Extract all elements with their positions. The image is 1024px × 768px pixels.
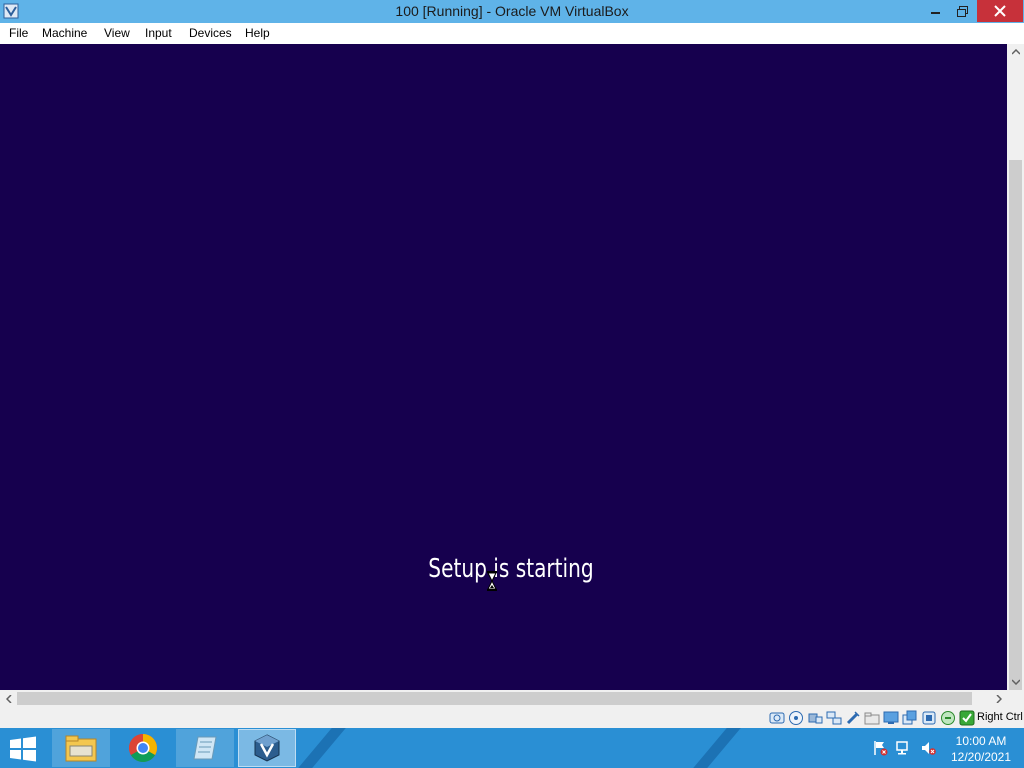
notepad-icon [193, 736, 217, 760]
menu-input[interactable]: Input [145, 26, 172, 40]
horizontal-scroll-thumb[interactable] [17, 692, 972, 705]
hard-disk-icon[interactable] [769, 710, 785, 726]
usb-icon[interactable] [845, 710, 861, 726]
clock-date: 12/20/2021 [950, 750, 1012, 764]
horizontal-scrollbar[interactable] [0, 690, 1007, 707]
scroll-up-button[interactable] [1007, 44, 1024, 60]
window-title: 100 [Running] - Oracle VM VirtualBox [395, 3, 629, 19]
optical-drive-icon[interactable] [788, 710, 804, 726]
taskbar-virtualbox[interactable] [238, 729, 296, 767]
status-bar: Right Ctrl [0, 707, 1024, 728]
restore-icon [956, 5, 968, 17]
close-button[interactable] [977, 0, 1023, 22]
vertical-scrollbar[interactable] [1007, 44, 1024, 712]
scroll-down-button[interactable] [1007, 674, 1024, 690]
chevron-up-icon [1011, 49, 1020, 55]
mouse-integration-icon[interactable] [940, 710, 956, 726]
display-icon[interactable] [883, 710, 899, 726]
close-icon [994, 5, 1006, 17]
keyboard-icon[interactable] [959, 710, 975, 726]
file-explorer-icon [65, 735, 97, 762]
minimize-button[interactable] [922, 0, 950, 22]
title-bar: 100 [Running] - Oracle VM VirtualBox [0, 0, 1024, 23]
cpu-icon[interactable] [921, 710, 937, 726]
chevron-down-icon [1011, 679, 1020, 685]
vertical-scroll-thumb[interactable] [1009, 160, 1022, 712]
scroll-right-button[interactable] [990, 690, 1007, 707]
scrollbar-corner [1007, 690, 1024, 707]
chrome-icon [129, 734, 157, 762]
setup-status-text: Setup is starting [428, 554, 594, 584]
chevron-right-icon [995, 694, 1002, 703]
shared-folders-icon[interactable] [864, 710, 880, 726]
vm-guest-display[interactable]: Setup is starting [0, 44, 1007, 690]
busy-cursor-icon [487, 571, 497, 591]
virtualbox-icon [254, 734, 280, 762]
scroll-left-button[interactable] [0, 690, 17, 707]
menu-devices[interactable]: Devices [189, 26, 232, 40]
restore-button[interactable] [948, 0, 976, 22]
menu-machine[interactable]: Machine [42, 26, 87, 40]
windows-start-icon[interactable] [8, 736, 38, 762]
action-center-flag-icon[interactable] [872, 740, 888, 756]
video-capture-icon[interactable] [902, 710, 918, 726]
chevron-left-icon [5, 694, 12, 703]
network-icon[interactable] [826, 710, 842, 726]
taskbar-clock[interactable]: 10:00 AM 12/20/2021 [938, 733, 1024, 765]
minimize-icon [931, 12, 940, 14]
taskbar-notepad[interactable] [176, 729, 234, 767]
taskbar-chrome[interactable] [114, 729, 172, 767]
host-key-label: Right Ctrl [977, 711, 1023, 723]
menu-bar: File Machine View Input Devices Help [0, 23, 1024, 44]
menu-view[interactable]: View [104, 26, 130, 40]
taskbar-file-explorer[interactable] [52, 729, 110, 767]
volume-muted-icon[interactable] [920, 740, 936, 756]
audio-icon[interactable] [807, 710, 823, 726]
menu-file[interactable]: File [9, 26, 28, 40]
clock-time: 10:00 AM [955, 734, 1007, 748]
network-tray-icon[interactable] [896, 740, 912, 756]
taskbar: 10:00 AM 12/20/2021 [0, 728, 1024, 768]
menu-help[interactable]: Help [245, 26, 270, 40]
